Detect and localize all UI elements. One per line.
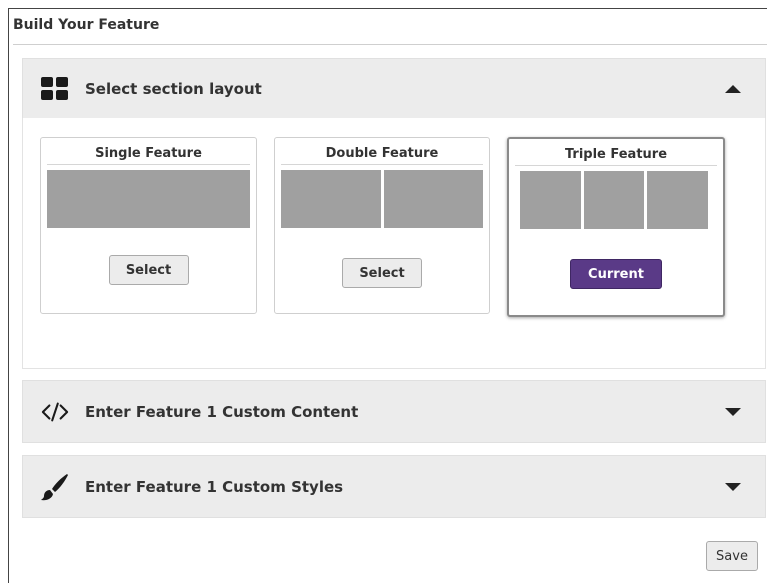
preview-block <box>520 171 581 229</box>
layout-card-double: Double Feature Select <box>274 137 490 314</box>
layout-card-title: Triple Feature <box>515 147 717 166</box>
select-single-button[interactable]: Select <box>108 255 189 285</box>
layout-preview <box>520 171 709 229</box>
save-button[interactable]: Save <box>706 541 758 571</box>
select-double-button[interactable]: Select <box>342 258 422 288</box>
preview-block <box>647 171 709 229</box>
layout-panel-label: Select section layout <box>85 79 262 98</box>
layout-preview <box>281 170 483 228</box>
styles-panel-label: Enter Feature 1 Custom Styles <box>85 477 344 496</box>
content-panel-header[interactable]: Enter Feature 1 Custom Content <box>22 380 766 443</box>
layout-card-single: Single Feature Select <box>40 137 257 314</box>
preview-block <box>583 171 645 229</box>
preview-block <box>383 170 483 228</box>
layout-card-title: Single Feature <box>47 146 250 165</box>
styles-panel-header[interactable]: Enter Feature 1 Custom Styles <box>22 455 766 518</box>
layout-preview <box>47 170 250 228</box>
preview-block <box>281 170 381 228</box>
page-title: Build Your Feature <box>13 17 160 33</box>
title-divider <box>13 44 767 45</box>
collapse-caret-icon[interactable] <box>725 84 741 93</box>
current-layout-button[interactable]: Current <box>570 259 662 289</box>
code-icon <box>41 398 69 426</box>
expand-caret-icon[interactable] <box>725 407 741 416</box>
grid-layout-icon <box>41 75 69 103</box>
layout-card-triple: Triple Feature Current <box>507 137 725 317</box>
content-panel-label: Enter Feature 1 Custom Content <box>85 402 359 421</box>
layout-panel-header[interactable]: Select section layout <box>22 58 766 119</box>
paintbrush-icon <box>41 473 69 501</box>
expand-caret-icon[interactable] <box>725 482 741 491</box>
layout-card-title: Double Feature <box>281 146 483 165</box>
preview-block <box>47 170 250 228</box>
